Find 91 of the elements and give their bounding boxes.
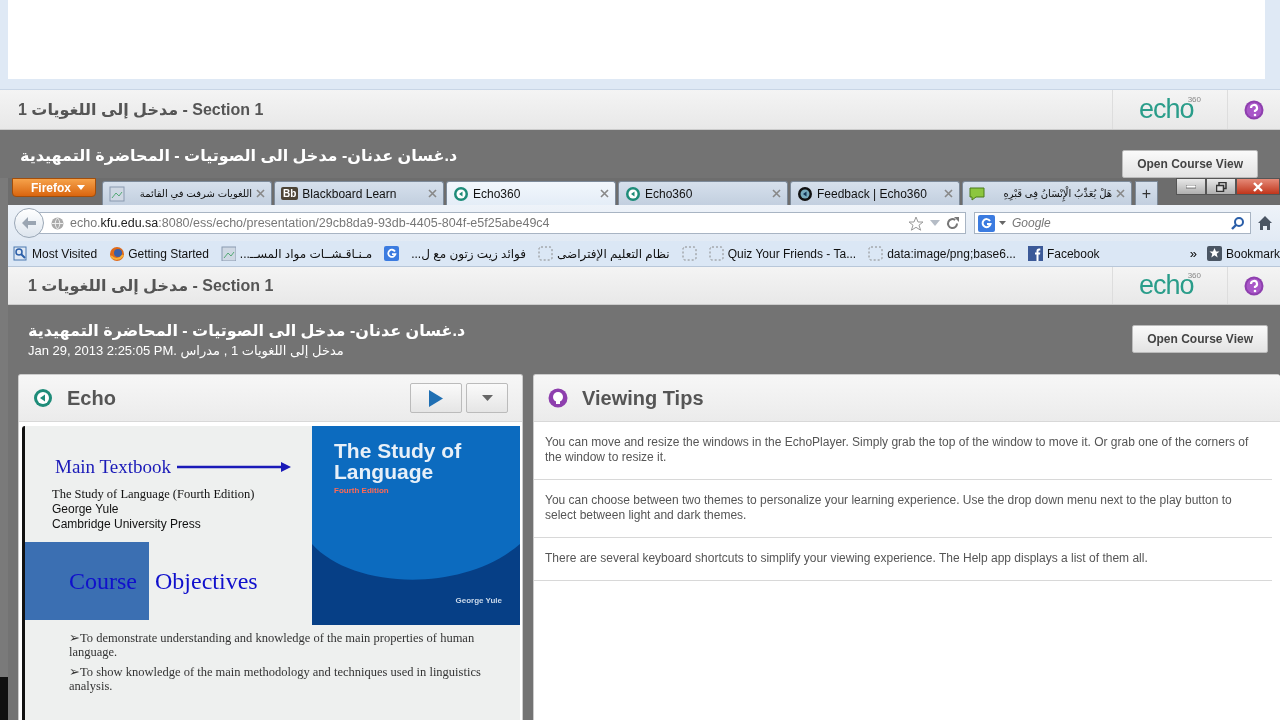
cover-author: George Yule	[455, 596, 502, 605]
caret-icon	[481, 395, 493, 401]
bookmark-item[interactable]: Facebook	[1027, 246, 1100, 261]
presentation-title: د.غسان عدنان- مدخل الى الصوتيات - المحاضرة التمهيدية	[28, 321, 467, 340]
browser-tab[interactable]: اللغويات شرفت في القائمة	[102, 181, 272, 205]
caret-icon	[77, 185, 85, 190]
star-icon[interactable]	[908, 215, 924, 231]
placeholder-icon	[868, 246, 884, 261]
tip-text: There are several keyboard shortcuts to simplify your viewing experience. The Help app displays a list of them all.	[534, 538, 1272, 581]
bookmark-item[interactable]: data:image/png;base6...	[868, 246, 1016, 261]
tab-favicon-icon	[109, 185, 125, 202]
help-icon[interactable]	[1244, 275, 1264, 296]
bookmark-item[interactable]: Quiz Your Friends - Ta...	[708, 246, 857, 261]
back-arrow-icon	[21, 216, 37, 230]
address-bar[interactable]: echo.kfu.edu.sa:8080/ess/echo/presentation/29cb8da9-93db-4405-804f-e5f25abe49c4	[38, 212, 966, 234]
url-text: echo.kfu.edu.sa:8080/ess/echo/presentation/29cb8da9-93db-4405-804f-e5f25abe49c4	[70, 216, 551, 230]
play-icon	[429, 389, 443, 407]
tab-favicon-icon	[453, 185, 469, 202]
bookmarks-menu[interactable]: Bookmark	[1206, 246, 1280, 261]
bookmark-item[interactable]: فوائد زيت زتون مع ل...	[411, 246, 527, 261]
back-button[interactable]	[14, 208, 44, 238]
rewind-icon	[33, 388, 53, 408]
dropdown-button[interactable]	[466, 383, 508, 413]
search-box[interactable]: Google	[974, 212, 1251, 234]
bookmark-icon	[13, 246, 28, 261]
slide-heading: Objectives	[155, 567, 258, 595]
panel-title: Viewing Tips	[582, 386, 705, 410]
close-icon[interactable]	[600, 189, 609, 198]
bookmark-item[interactable]: مـنـاقـشــات مواد المســ...	[220, 246, 373, 261]
browser-tab[interactable]: Feedback | Echo360	[790, 181, 960, 205]
lightbulb-icon	[548, 388, 568, 408]
section-title: مدخل إلى اللغويات 1 - Section 1	[18, 100, 265, 119]
bookmark-item[interactable]: Most Visited	[13, 246, 98, 261]
browser-tab[interactable]: Bb Blackboard Learn	[274, 181, 444, 205]
tab-favicon-icon	[625, 185, 641, 202]
panel-title: Echo	[67, 386, 117, 410]
tip-text: You can choose between two themes to personalize your learning experience. Use the drop down menu next to the play button to select between light and dark themes.	[534, 480, 1272, 538]
slide-heading: Course	[69, 567, 137, 595]
tab-favicon-icon	[797, 185, 813, 202]
slide-text: George Yule	[52, 502, 120, 517]
close-icon	[1253, 181, 1263, 192]
placeholder-icon	[681, 246, 697, 261]
browser-tab[interactable]: هَلْ يُعَذِّبُ الْإِنْسَانُ فِى قَبْرِهِ	[962, 181, 1132, 205]
close-icon[interactable]	[428, 189, 437, 198]
open-course-view-button[interactable]: Open Course View	[1132, 325, 1268, 353]
slide-text: Cambridge University Press	[52, 517, 202, 532]
slide-text: The Study of Language (Fourth Edition)	[52, 487, 256, 502]
section-title: مدخل إلى اللغويات 1 - Section 1	[28, 276, 275, 295]
globe-icon	[51, 216, 64, 230]
help-icon[interactable]	[1244, 99, 1264, 120]
minimize-icon	[1186, 184, 1196, 189]
star-icon	[1206, 246, 1222, 261]
image-icon	[220, 246, 236, 261]
cover-edition: Fourth Edition	[334, 486, 390, 495]
tab-favicon-icon	[969, 185, 985, 202]
presentation-title: د.غسان عدنان- مدخل الى الصوتيات - المحاضرة التمهيدية	[20, 146, 459, 165]
restore-icon	[1215, 181, 1227, 192]
bookmark-item[interactable]: Getting Started	[109, 246, 209, 261]
firefox-icon	[109, 246, 125, 261]
browser-tab[interactable]: Echo360	[446, 181, 616, 205]
minimize-button[interactable]	[1176, 178, 1206, 195]
presentation-info: Jan 29, 2013 2:25:05 PM. مدخل إلى اللغويات 1 , مدراس	[28, 343, 345, 358]
placeholder-icon	[708, 246, 724, 261]
f-logo-icon	[1027, 246, 1043, 261]
overflow-chevron[interactable]: »	[1189, 246, 1197, 261]
slide-bullet: ➢To show knowledge of the main methodology and techniques used in linguistics analysis.	[69, 665, 482, 693]
tip-text: You can move and resize the windows in the EchoPlayer. Simply grab the top of the window to move it. Or grab one of the corners of the window to resize it.	[534, 422, 1272, 480]
tab-favicon: Bb	[281, 187, 299, 200]
echo-logo: echo$^{360}$	[1138, 272, 1202, 299]
open-course-view-button[interactable]: Open Course View	[1122, 150, 1258, 178]
echo-logo: echo$^{360}$	[1138, 96, 1202, 123]
slide-bullet: ➢To demonstrate understanding and knowledge of the main properties of human language.	[69, 631, 476, 659]
browser-tab[interactable]: Echo360	[618, 181, 788, 205]
g-icon[interactable]	[978, 214, 995, 232]
close-button[interactable]	[1236, 178, 1280, 195]
restore-button[interactable]	[1206, 178, 1236, 195]
close-icon[interactable]	[256, 189, 265, 198]
new-tab-button[interactable]: +	[1135, 181, 1158, 205]
close-icon[interactable]	[1116, 189, 1125, 198]
slide-text: Main Textbook	[55, 456, 171, 478]
home-icon[interactable]	[1257, 215, 1273, 231]
g-icon	[384, 246, 400, 261]
search-icon[interactable]	[1231, 216, 1244, 230]
cover-title: The Study of Language	[334, 440, 463, 482]
caret-icon	[999, 221, 1006, 225]
close-icon[interactable]	[944, 189, 953, 198]
play-button[interactable]	[410, 383, 462, 413]
close-icon[interactable]	[772, 189, 781, 198]
bookmark-item[interactable]: نظام التعليم الإفتراضى	[538, 246, 670, 261]
reload-icon[interactable]	[946, 216, 959, 230]
placeholder-icon	[538, 246, 554, 261]
